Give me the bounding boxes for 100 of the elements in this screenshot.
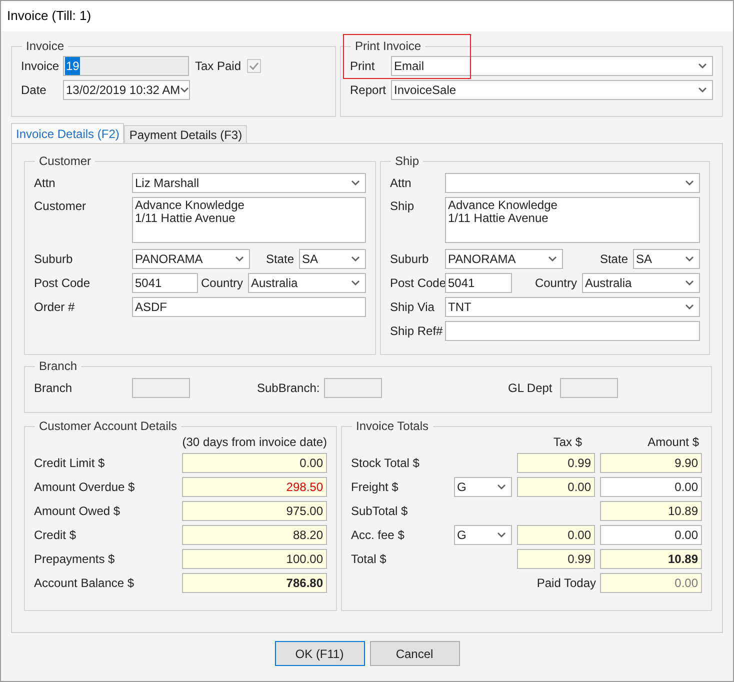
chevron-down-icon xyxy=(351,280,360,286)
field-label: Stock Total $ xyxy=(351,455,420,472)
field-label: Tax Paid xyxy=(195,58,242,75)
country-dropdown[interactable]: Australia xyxy=(248,273,366,293)
amount-field: 10.89 xyxy=(600,501,702,521)
amount-field: 0.00 xyxy=(517,525,595,545)
field-label: Credit $ xyxy=(34,527,78,544)
field-label: Amount Owed $ xyxy=(34,503,122,520)
attn-dropdown[interactable]: Liz Marshall xyxy=(132,173,366,193)
chevron-down-icon xyxy=(685,256,694,262)
chevron-down-icon xyxy=(698,87,707,93)
field-label: Attn xyxy=(34,175,56,192)
chevron-down-icon xyxy=(685,180,694,186)
branch-field[interactable] xyxy=(560,378,618,398)
tab[interactable]: Invoice Details (F2) xyxy=(11,123,124,143)
branch-field[interactable] xyxy=(324,378,382,398)
field-label: Order # xyxy=(34,299,76,316)
window-title: Invoice (Till: 1) xyxy=(7,7,92,26)
amount-field: 0.00 xyxy=(517,477,595,497)
invoice-number: 19 xyxy=(65,57,80,75)
field-label: Credit Limit $ xyxy=(34,455,106,472)
group-title: Ship xyxy=(394,153,420,170)
branch-field[interactable] xyxy=(132,378,190,398)
amount-field: 10.89 xyxy=(600,549,702,569)
address-box[interactable]: Advance Knowledge 1/11 Hattie Avenue xyxy=(445,197,700,243)
amount-field: 0.00 xyxy=(600,573,702,593)
field-label: Report xyxy=(350,82,388,99)
field-label: Post Code xyxy=(34,275,92,292)
attn-dropdown[interactable] xyxy=(445,173,700,193)
field-label: Invoice xyxy=(21,58,60,75)
chevron-down-icon xyxy=(698,63,707,69)
group-title: Print Invoice xyxy=(354,38,422,55)
field-label: Suburb xyxy=(390,251,430,268)
account-note: (30 days from invoice date) xyxy=(182,434,327,451)
address-line: 1/11 Hattie Avenue xyxy=(448,212,548,225)
tax-code-dropdown[interactable]: G xyxy=(454,525,512,545)
field-label: GL Dept xyxy=(508,380,552,397)
field-label: SubTotal $ xyxy=(351,503,409,520)
field-label: Attn xyxy=(390,175,412,192)
checkmark-icon xyxy=(249,62,260,70)
dialog-button[interactable]: OK (F11) xyxy=(274,641,364,666)
chevron-down-icon xyxy=(685,280,694,286)
tab[interactable]: Payment Details (F3) xyxy=(124,125,248,143)
order-number-field[interactable]: ASDF xyxy=(132,297,366,317)
field-label: Amount Overdue $ xyxy=(34,479,136,496)
country-dropdown[interactable]: Australia xyxy=(582,273,700,293)
invoice-number-field[interactable]: 19 xyxy=(63,56,189,76)
amount-field: 975.00 xyxy=(182,501,327,521)
field-label: Ship Ref# xyxy=(390,323,444,340)
amount-field: 88.20 xyxy=(182,525,327,545)
field-label: Post Code xyxy=(390,275,445,292)
post-code-field[interactable]: 5041 xyxy=(445,273,512,293)
tax-code-dropdown[interactable]: G xyxy=(454,477,512,497)
post-code-field[interactable]: 5041 xyxy=(132,273,198,293)
amount-field: 0.00 xyxy=(182,453,327,473)
suburb-dropdown[interactable]: PANORAMA xyxy=(132,249,250,269)
amount-field: 0.00 xyxy=(600,525,702,545)
field-label: Freight $ xyxy=(351,479,400,496)
chevron-down-icon xyxy=(548,256,557,262)
address-line: Advance Knowledge xyxy=(135,199,246,212)
chevron-down-icon xyxy=(351,180,360,186)
chevron-down-icon xyxy=(351,256,360,262)
field-label: Ship Via xyxy=(390,299,436,316)
ship-ref-field[interactable] xyxy=(445,321,700,341)
field-label: Account Balance $ xyxy=(34,575,136,592)
state-dropdown[interactable]: SA xyxy=(633,249,700,269)
group-title: Customer xyxy=(38,153,92,170)
chevron-down-icon xyxy=(497,484,506,490)
ship-via-dropdown[interactable]: TNT xyxy=(445,297,700,317)
address-line: 1/11 Hattie Avenue xyxy=(135,212,236,225)
field-label: Prepayments $ xyxy=(34,551,116,568)
suburb-dropdown[interactable]: PANORAMA xyxy=(445,249,563,269)
group-title: Invoice Totals xyxy=(355,418,430,435)
chevron-down-icon xyxy=(497,532,506,538)
column-header: Amount $ xyxy=(646,434,700,451)
amount-field: 0.00 xyxy=(600,477,702,497)
date-picker[interactable]: 13/02/2019 10:32 AM xyxy=(63,80,190,100)
field-label: Customer xyxy=(34,198,88,215)
field-label: Print xyxy=(350,58,376,75)
state-dropdown[interactable]: SA xyxy=(299,249,366,269)
print-dropdown[interactable]: Email xyxy=(391,56,713,76)
field-label: SubBranch: xyxy=(257,380,320,397)
field-label: Branch xyxy=(34,380,74,397)
chevron-down-icon xyxy=(180,87,190,93)
address-box[interactable]: Advance Knowledge 1/11 Hattie Avenue xyxy=(132,197,366,243)
field-label: Acc. fee $ xyxy=(351,527,406,544)
report-dropdown[interactable]: InvoiceSale xyxy=(391,80,713,100)
group-title: Customer Account Details xyxy=(38,418,178,435)
dialog-button[interactable]: Cancel xyxy=(370,641,460,666)
field-label: Country xyxy=(201,275,244,292)
amount-field: 786.80 xyxy=(182,573,327,593)
column-header: Tax $ xyxy=(552,434,583,451)
amount-field: 298.50 xyxy=(182,477,327,497)
field-label: Total $ xyxy=(351,551,388,568)
chevron-down-icon xyxy=(235,256,244,262)
field-label: State xyxy=(266,251,294,268)
address-line: Advance Knowledge xyxy=(448,199,558,212)
field-label: Suburb xyxy=(34,251,74,268)
amount-field: 9.90 xyxy=(600,453,702,473)
group-title: Invoice xyxy=(25,38,66,55)
